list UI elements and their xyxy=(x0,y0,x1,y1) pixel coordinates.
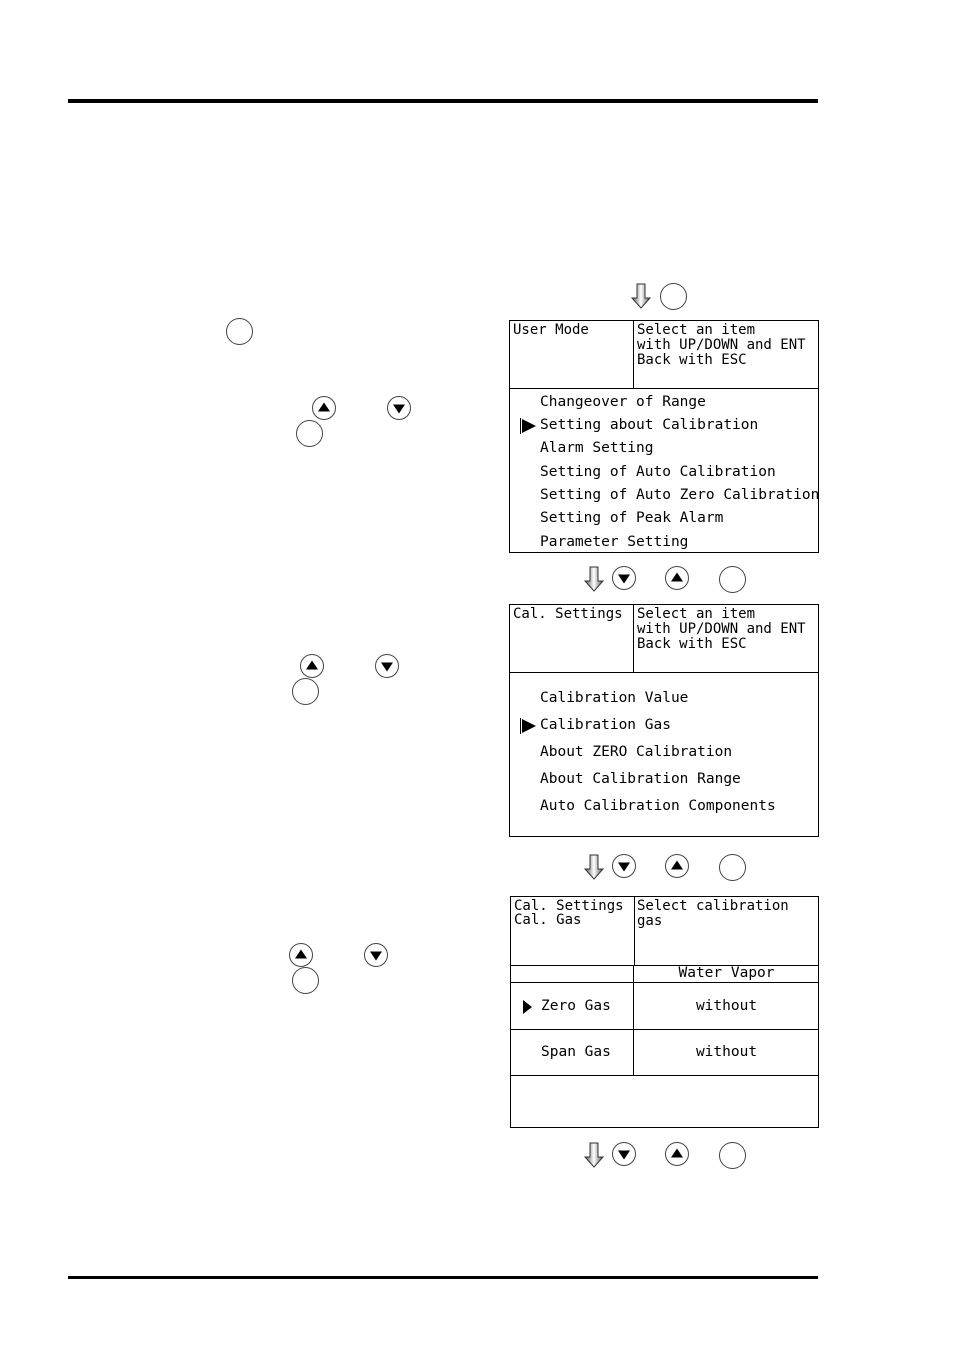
header-rule xyxy=(68,99,818,103)
down-key-icon xyxy=(364,943,388,967)
selection-cursor-icon xyxy=(520,718,536,734)
ent-key-icon xyxy=(660,283,687,310)
screen-header: Cal. Settings Cal. Gas Select calibratio… xyxy=(511,897,818,966)
up-key-icon xyxy=(300,654,324,678)
screen-instructions: Select an item with UP/DOWN and ENT Back… xyxy=(637,606,806,652)
menu-item-auto-calibration-components[interactable]: Auto Calibration Components xyxy=(540,799,776,814)
up-key-icon xyxy=(289,943,313,967)
ent-key-icon xyxy=(719,854,746,881)
menu-item-calibration-value[interactable]: Calibration Value xyxy=(540,691,688,706)
up-key-icon xyxy=(665,1142,689,1166)
menu-item-alarm-setting[interactable]: Alarm Setting xyxy=(540,441,654,456)
ent-key-icon xyxy=(292,678,319,705)
menu-item-about-calibration-range[interactable]: About Calibration Range xyxy=(540,772,741,787)
screen-instructions: Select an item with UP/DOWN and ENT Back… xyxy=(637,322,806,368)
menu-item-about-zero-calibration[interactable]: About ZERO Calibration xyxy=(540,745,732,760)
user-mode-screen: User Mode Select an item with UP/DOWN an… xyxy=(509,320,819,553)
ent-key-icon xyxy=(296,420,323,447)
up-key-icon xyxy=(665,854,689,878)
ent-key-icon xyxy=(226,318,253,345)
menu-item-calibration-gas[interactable]: Calibration Gas xyxy=(540,718,671,733)
ent-key-icon xyxy=(719,566,746,593)
down-key-icon xyxy=(387,396,411,420)
table-divider xyxy=(511,1029,818,1030)
footer-rule xyxy=(68,1276,818,1279)
down-arrow-icon xyxy=(631,283,651,309)
down-arrow-icon xyxy=(584,854,604,880)
up-key-icon xyxy=(312,396,336,420)
cal-gas-screen: Cal. Settings Cal. Gas Select calibratio… xyxy=(510,896,819,1128)
table-divider xyxy=(511,1075,818,1076)
menu-item-setting-about-calibration[interactable]: Setting about Calibration xyxy=(540,418,758,433)
row-value-span-gas[interactable]: without xyxy=(634,1045,819,1060)
menu-item-auto-calibration[interactable]: Setting of Auto Calibration xyxy=(540,465,776,480)
down-key-icon xyxy=(375,654,399,678)
row-value-zero-gas[interactable]: without xyxy=(634,999,819,1014)
selection-cursor-icon xyxy=(520,418,536,434)
screen-instructions: Select calibration gas xyxy=(637,898,789,929)
row-label-zero-gas[interactable]: Zero Gas xyxy=(541,999,611,1014)
column-header-water-vapor: Water Vapor xyxy=(678,965,775,981)
selection-cursor-icon xyxy=(523,1000,532,1014)
up-key-icon xyxy=(665,566,689,590)
down-key-icon xyxy=(612,566,636,590)
ent-key-icon xyxy=(292,967,319,994)
screen-title: Cal. Settings xyxy=(510,605,634,672)
menu-item-changeover-of-range[interactable]: Changeover of Range xyxy=(540,395,706,410)
down-key-icon xyxy=(612,1142,636,1166)
menu-item-parameter-setting[interactable]: Parameter Setting xyxy=(540,535,688,550)
down-key-icon xyxy=(612,854,636,878)
screen-header: User Mode Select an item with UP/DOWN an… xyxy=(510,321,818,389)
down-arrow-icon xyxy=(584,566,604,592)
ent-key-icon xyxy=(719,1142,746,1169)
screen-header: Cal. Settings Select an item with UP/DOW… xyxy=(510,605,818,673)
cal-settings-screen: Cal. Settings Select an item with UP/DOW… xyxy=(509,604,819,837)
table-divider xyxy=(511,982,818,983)
down-arrow-icon xyxy=(584,1142,604,1168)
menu-item-peak-alarm[interactable]: Setting of Peak Alarm xyxy=(540,511,723,526)
row-label-span-gas[interactable]: Span Gas xyxy=(541,1045,611,1060)
menu-item-auto-zero-calibration[interactable]: Setting of Auto Zero Calibration xyxy=(540,488,819,503)
screen-title: User Mode xyxy=(510,321,634,388)
screen-title: Cal. Settings Cal. Gas xyxy=(511,897,635,965)
